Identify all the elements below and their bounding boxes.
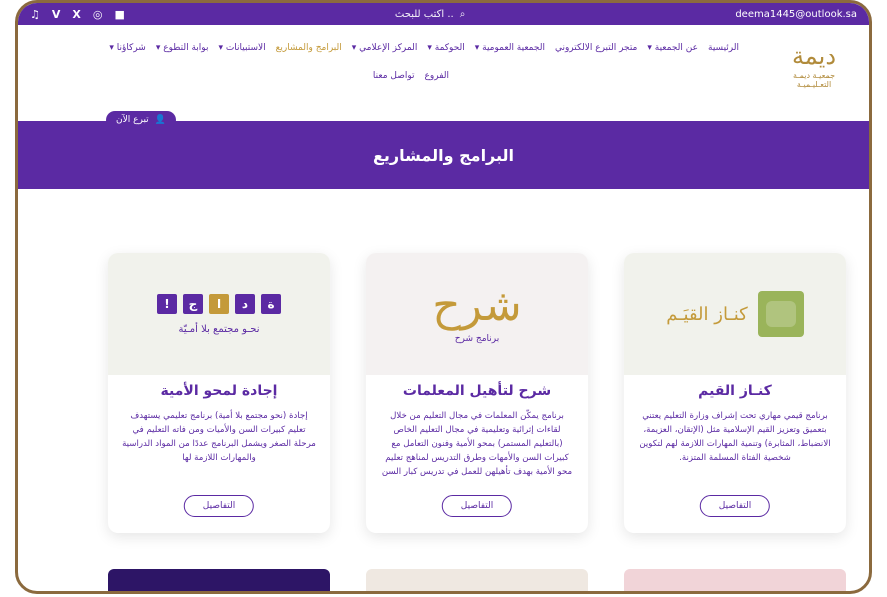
card-image-content: كنـاز القيَـم — [666, 291, 804, 337]
main-nav-row-1: الرئيسية عن الجمعية ▾ متجر التبرع الالكت… — [109, 43, 739, 53]
next-card-image — [624, 569, 846, 591]
card-description: برنامج قيمي مهاري تحت إشراف وزارة التعلي… — [639, 411, 831, 463]
next-row-preview — [18, 569, 869, 591]
user-icon: 👤 — [154, 115, 166, 125]
nav-item-active[interactable]: البرامج والمشاريع — [276, 43, 342, 53]
card-image-content: شرح برنامج شرح — [432, 280, 522, 345]
next-card-image — [366, 569, 588, 591]
card-description: برنامج يمكّن المعلمات في مجال التعليم من… — [381, 411, 573, 477]
nav-item[interactable]: عن الجمعية ▾ — [647, 43, 698, 53]
letter-block-icon: ج — [183, 293, 203, 314]
card-image: ! ج ا د ة نحـو مجتمع بلا أمـيّة — [108, 253, 330, 375]
program-card: كنـاز القيَـم كنـاز القيم برنامج قيمي مه… — [624, 253, 846, 533]
logo-subtitle-2: التعـليـميـة — [796, 80, 832, 89]
program-cards: ! ج ا د ة نحـو مجتمع بلا أمـيّة إجادة لم… — [18, 253, 869, 553]
details-button[interactable]: التفاصيل — [441, 495, 513, 517]
card-title: شرح لتأهيل المعلمات — [402, 383, 552, 399]
main-nav-row-2: الفروع تواصل معنا — [373, 71, 449, 81]
site-header: ديمة جمعيـة ديمـة التعـليـميـة الرئيسية … — [18, 25, 869, 129]
nav-item[interactable]: الرئيسية — [708, 43, 739, 53]
site-logo[interactable]: ديمة جمعيـة ديمـة التعـليـميـة — [779, 43, 849, 103]
contact-email[interactable]: deema1445@outlook.sa — [735, 9, 857, 20]
logo-text: ديمة — [791, 42, 837, 70]
page-hero: البرامج والمشاريع — [18, 121, 869, 189]
nav-item[interactable]: بوابة التطوع ▾ — [156, 43, 209, 53]
top-bar: ♫ Ⅴ X ◎ ■ اكتب للبحث .. ⌕ deema1445@outl… — [18, 3, 869, 25]
card-image: شرح برنامج شرح — [366, 253, 588, 375]
program-card: ! ج ا د ة نحـو مجتمع بلا أمـيّة إجادة لم… — [108, 253, 330, 533]
letter-block-icon: ! — [157, 293, 177, 314]
vimeo-icon[interactable]: Ⅴ — [52, 8, 61, 21]
card-description: إجادة (نحو مجتمع بلا أمية) برنامج تعليمي… — [122, 411, 316, 463]
page-title: البرامج والمشاريع — [372, 145, 515, 165]
calligraphy-mark: شرح — [432, 280, 522, 331]
nav-item[interactable]: متجر التبرع الالكتروني — [555, 43, 637, 53]
nav-item[interactable]: تواصل معنا — [373, 71, 415, 81]
logo-subtitle-1: جمعيـة ديمـة — [792, 71, 836, 80]
details-button[interactable]: التفاصيل — [183, 495, 255, 517]
youtube-icon[interactable]: ■ — [114, 8, 124, 21]
card-title: كنـاز القيم — [698, 383, 772, 399]
nav-item[interactable]: الاستبيانات ▾ — [218, 43, 265, 53]
search-icon[interactable]: ⌕ — [460, 9, 466, 20]
instagram-icon[interactable]: ◎ — [93, 8, 103, 21]
nav-item[interactable]: الفروع — [425, 71, 449, 81]
card-image-content: ! ج ا د ة نحـو مجتمع بلا أمـيّة — [157, 293, 281, 335]
card-title: إجادة لمحو الأمية — [160, 383, 278, 399]
card-image-caption: برنامج شرح — [454, 334, 500, 344]
nav-item[interactable]: المركز الإعلامي ▾ — [352, 43, 418, 53]
leaf-logo-icon — [757, 291, 804, 337]
search-input[interactable]: اكتب للبحث .. — [395, 9, 454, 20]
browser-frame: ♫ Ⅴ X ◎ ■ اكتب للبحث .. ⌕ deema1445@outl… — [15, 0, 872, 594]
donate-button[interactable]: تبرع الآن 👤 — [106, 111, 176, 129]
nav-item[interactable]: شركاؤنا ▾ — [109, 43, 146, 53]
letter-block-icon: ا — [209, 293, 229, 314]
card-icons: ! ج ا د ة — [157, 293, 281, 314]
program-card: شرح برنامج شرح شرح لتأهيل المعلمات برنام… — [366, 253, 588, 533]
x-icon[interactable]: X — [72, 8, 80, 21]
next-card-image — [108, 569, 330, 591]
nav-item[interactable]: الجمعية العمومية ▾ — [475, 43, 545, 53]
card-image: كنـاز القيَـم — [624, 253, 846, 375]
letter-block-icon: ة — [261, 293, 281, 314]
details-button[interactable]: التفاصيل — [699, 495, 771, 517]
tiktok-icon[interactable]: ♫ — [30, 8, 40, 21]
search[interactable]: اكتب للبحث .. ⌕ — [395, 9, 465, 20]
letter-block-icon: د — [235, 293, 255, 314]
social-links: ♫ Ⅴ X ◎ ■ — [30, 8, 125, 21]
nav-item[interactable]: الحوكمة ▾ — [427, 43, 464, 53]
donate-label: تبرع الآن — [116, 115, 149, 125]
card-image-caption: نحـو مجتمع بلا أمـيّة — [178, 323, 260, 335]
card-image-caption: كنـاز القيَـم — [666, 303, 748, 325]
